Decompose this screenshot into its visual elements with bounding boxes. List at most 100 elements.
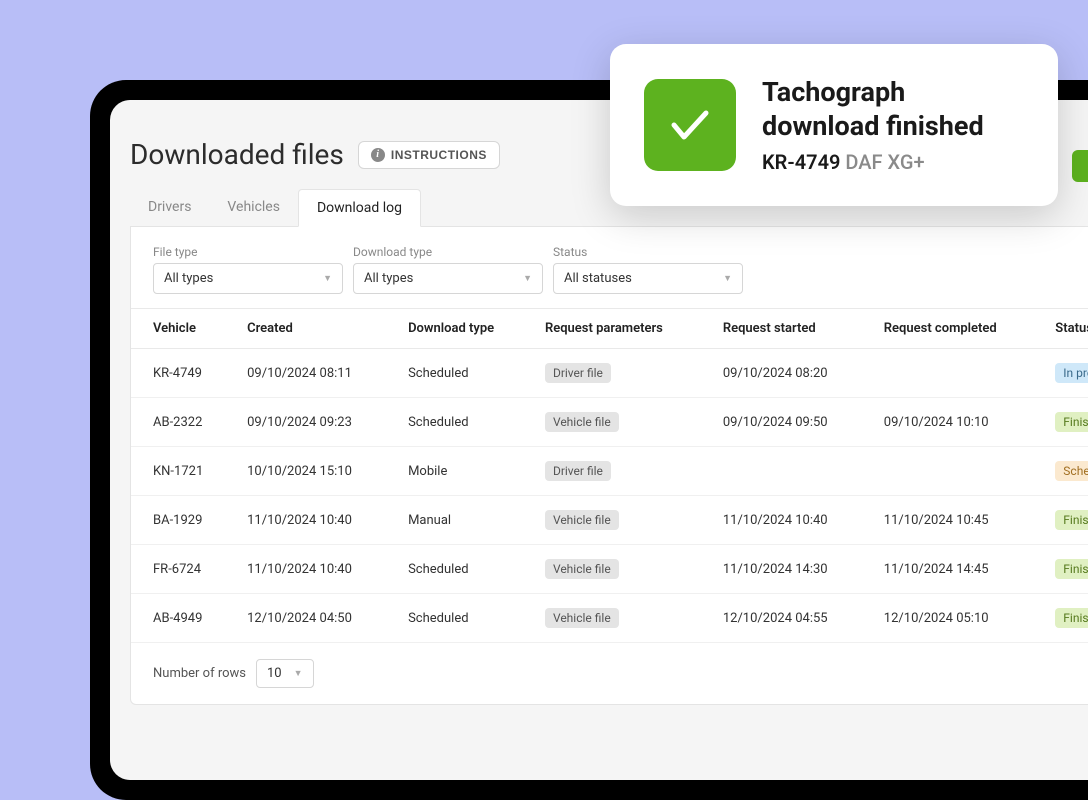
select-value: All types [164, 271, 213, 286]
cell-request-parameters: Vehicle file [535, 594, 713, 643]
cell-vehicle: AB-2322 [131, 398, 237, 447]
col-download-type[interactable]: Download type [398, 309, 535, 349]
filter-label: Status [553, 245, 743, 259]
table-row[interactable]: KR-474909/10/2024 08:11Scheduled Driver f… [131, 349, 1088, 398]
download-log-panel: File type All types ▼ Download type All … [130, 227, 1088, 705]
toast-title: Tachograph download finished [762, 76, 1024, 144]
status-badge: Finished [1055, 608, 1088, 628]
cell-created: 12/10/2024 04:50 [237, 594, 398, 643]
filters: File type All types ▼ Download type All … [131, 227, 1088, 308]
cell-status: In progress [1045, 349, 1088, 398]
cell-request-completed: 11/10/2024 10:45 [874, 496, 1046, 545]
chevron-down-icon: ▼ [723, 273, 732, 284]
cell-request-parameters: Driver file [535, 349, 713, 398]
status-badge: Finished [1055, 412, 1088, 432]
cell-status: Finished [1045, 398, 1088, 447]
toast-model: DAF XG+ [845, 150, 924, 174]
cell-status: Finished [1045, 496, 1088, 545]
cell-download-type: Scheduled [398, 594, 535, 643]
param-badge: Vehicle file [545, 559, 619, 579]
col-vehicle[interactable]: Vehicle [131, 309, 237, 349]
download-type-select[interactable]: All types ▼ [353, 263, 543, 294]
param-badge: Vehicle file [545, 412, 619, 432]
status-badge: Scheduled [1055, 461, 1088, 481]
filter-file-type: File type All types ▼ [153, 245, 343, 294]
cell-created: 11/10/2024 10:40 [237, 496, 398, 545]
cell-request-parameters: Vehicle file [535, 545, 713, 594]
cell-status: Finished [1045, 545, 1088, 594]
filter-download-type: Download type All types ▼ [353, 245, 543, 294]
chevron-down-icon: ▼ [294, 668, 303, 679]
cell-created: 09/10/2024 08:11 [237, 349, 398, 398]
cell-status: Scheduled [1045, 447, 1088, 496]
param-badge: Vehicle file [545, 608, 619, 628]
cell-created: 09/10/2024 09:23 [237, 398, 398, 447]
table-row[interactable]: AB-494912/10/2024 04:50Scheduled Vehicle … [131, 594, 1088, 643]
page-title: Downloaded files [130, 138, 344, 171]
param-badge: Driver file [545, 363, 611, 383]
cell-request-started: 11/10/2024 14:30 [713, 545, 874, 594]
cell-request-parameters: Vehicle file [535, 496, 713, 545]
download-log-table: Vehicle Created Download type Request pa… [131, 308, 1088, 643]
cell-request-completed [874, 349, 1046, 398]
select-value: All statuses [564, 271, 632, 286]
download-button[interactable]: DOWNLOAD [1072, 150, 1088, 182]
cell-created: 10/10/2024 15:10 [237, 447, 398, 496]
chevron-down-icon: ▼ [323, 273, 332, 284]
cell-created: 11/10/2024 10:40 [237, 545, 398, 594]
param-badge: Vehicle file [545, 510, 619, 530]
cell-request-started: 11/10/2024 10:40 [713, 496, 874, 545]
table-row[interactable]: AB-232209/10/2024 09:23ScheduledVehicle … [131, 398, 1088, 447]
filter-label: File type [153, 245, 343, 259]
param-badge: Driver file [545, 461, 611, 481]
col-request-parameters[interactable]: Request parameters [535, 309, 713, 349]
rows-value: 10 [267, 666, 282, 681]
cell-download-type: Scheduled [398, 349, 535, 398]
filter-label: Download type [353, 245, 543, 259]
table-row[interactable]: BA-192911/10/2024 10:40ManualVehicle fil… [131, 496, 1088, 545]
toast-text: Tachograph download finished KR-4749 DAF… [762, 76, 1024, 174]
cell-request-completed [874, 447, 1046, 496]
col-request-started[interactable]: Request started [713, 309, 874, 349]
cell-download-type: Mobile [398, 447, 535, 496]
cell-request-started [713, 447, 874, 496]
cell-vehicle: KR-4749 [131, 349, 237, 398]
rows-per-page-select[interactable]: 10 ▼ [256, 659, 314, 688]
col-request-completed[interactable]: Request completed [874, 309, 1046, 349]
col-created[interactable]: Created [237, 309, 398, 349]
status-badge: Finished [1055, 559, 1088, 579]
table-row[interactable]: KN-172110/10/2024 15:10Mobile Driver file… [131, 447, 1088, 496]
rows-label: Number of rows [153, 666, 246, 681]
instructions-button[interactable]: i INSTRUCTIONS [358, 141, 500, 169]
col-status[interactable]: Status [1045, 309, 1088, 349]
cell-download-type: Manual [398, 496, 535, 545]
table-row[interactable]: FR-672411/10/2024 10:40ScheduledVehicle … [131, 545, 1088, 594]
cell-request-started: 09/10/2024 09:50 [713, 398, 874, 447]
tab-drivers[interactable]: Drivers [130, 189, 209, 226]
cell-request-parameters: Vehicle file [535, 398, 713, 447]
tab-download-log[interactable]: Download log [298, 189, 421, 227]
cell-request-started: 09/10/2024 08:20 [713, 349, 874, 398]
cell-request-completed: 09/10/2024 10:10 [874, 398, 1046, 447]
instructions-label: INSTRUCTIONS [391, 148, 487, 162]
toast-vehicle: KR-4749 [762, 150, 840, 174]
status-select[interactable]: All statuses ▼ [553, 263, 743, 294]
toast-subtitle: KR-4749 DAF XG+ [762, 150, 1024, 174]
status-badge: In progress [1055, 363, 1088, 383]
filter-status: Status All statuses ▼ [553, 245, 743, 294]
select-value: All types [364, 271, 413, 286]
cell-request-completed: 11/10/2024 14:45 [874, 545, 1046, 594]
table-header-row: Vehicle Created Download type Request pa… [131, 309, 1088, 349]
cell-vehicle: AB-4949 [131, 594, 237, 643]
toast-notification[interactable]: Tachograph download finished KR-4749 DAF… [610, 44, 1058, 206]
info-icon: i [371, 148, 385, 162]
cell-vehicle: BA-1929 [131, 496, 237, 545]
file-type-select[interactable]: All types ▼ [153, 263, 343, 294]
tab-vehicles[interactable]: Vehicles [209, 189, 298, 226]
chevron-down-icon: ▼ [523, 273, 532, 284]
cell-request-started: 12/10/2024 04:55 [713, 594, 874, 643]
cell-status: Finished [1045, 594, 1088, 643]
cell-vehicle: KN-1721 [131, 447, 237, 496]
table-footer: Number of rows 10 ▼ [131, 643, 1088, 704]
cell-download-type: Scheduled [398, 545, 535, 594]
